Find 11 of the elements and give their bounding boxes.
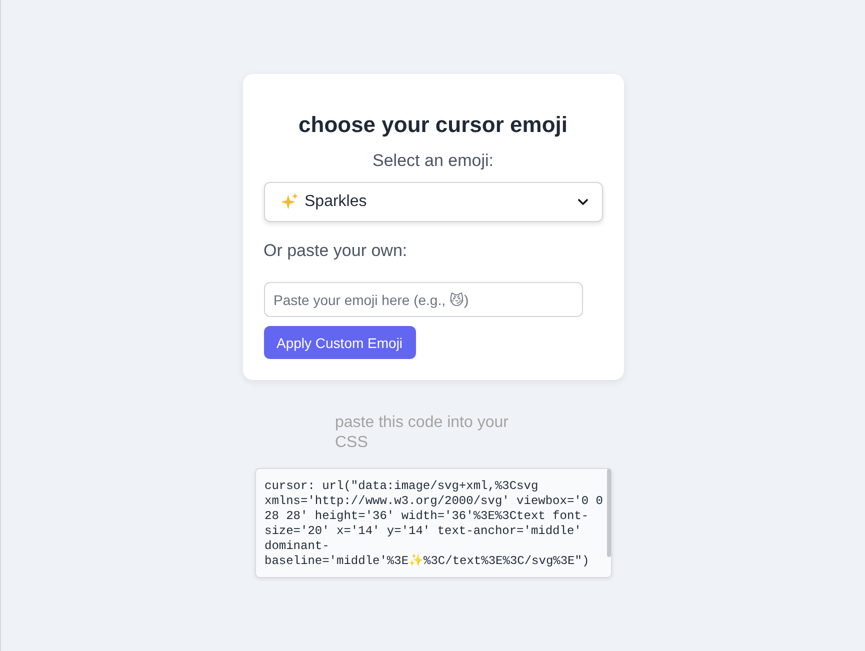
apply-custom-emoji-button[interactable]: Apply Custom Emoji — [264, 326, 416, 359]
code-label: paste this code into your CSS — [335, 413, 510, 453]
select-label: Select an emoji: — [372, 150, 494, 172]
chevron-down-icon — [578, 199, 588, 205]
code-field[interactable]: cursor: url("data:image/svg+xml,%3Csvg xmlns='http://www.w3.org/2000/svg' viewbox='0 0 28 28' height='36' width='36'%3E%3Ctext font-size='20' x='14' y='14' text-anchor='middle' dominant-baseline='middle'%3E✨%3C/text%3E%3C/svg%3E") — [254, 468, 612, 578]
page-title: choose your cursor emoji — [298, 112, 568, 138]
scrollbar-thumb[interactable] — [606, 469, 610, 557]
emoji-input-field[interactable]: Paste your emoji here (e.g., 😼) — [264, 282, 582, 317]
custom-emoji-label: Or paste your own: — [264, 240, 408, 262]
emoji-select[interactable]: Sparkles — [264, 182, 602, 222]
sparkles-icon — [280, 193, 298, 211]
